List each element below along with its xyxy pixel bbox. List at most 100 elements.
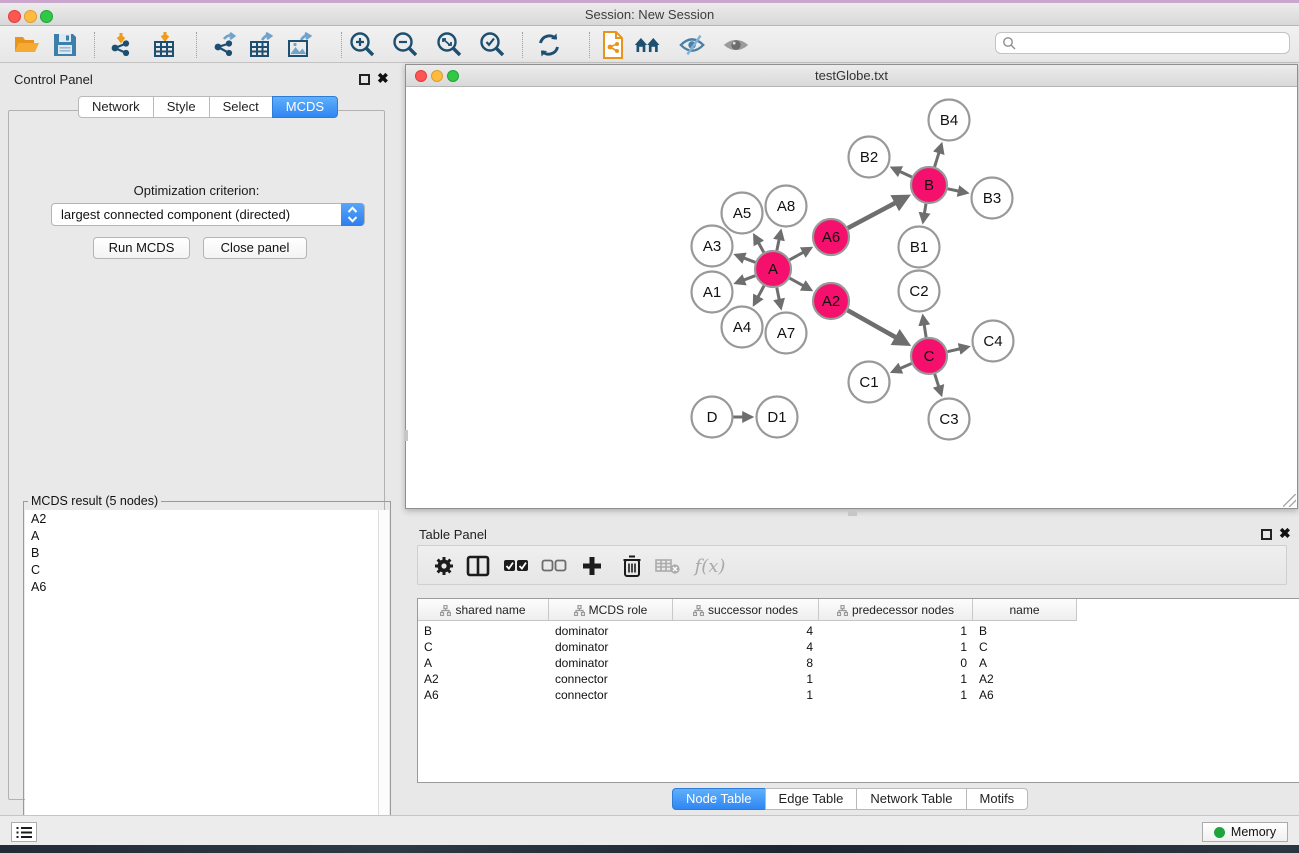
table-cell[interactable]: B [418,623,549,639]
column-header[interactable]: successor nodes [673,599,819,621]
table-cell[interactable]: 0 [819,655,973,671]
table-cell[interactable]: dominator [549,623,673,639]
network-canvas[interactable]: B4B2BB3A5A8A6A3B1AA1C2A2A4A7C4CC1C3DD1 [406,87,1297,508]
window-resize-grip[interactable] [1283,494,1296,507]
graph-edge[interactable] [924,204,926,214]
mcds-result-scrollbar[interactable] [378,510,389,845]
tab-node-table[interactable]: Node Table [672,788,766,810]
optimization-criterion-select[interactable]: largest connected component (directed) [51,203,365,226]
graph-edge[interactable] [935,374,939,387]
table-cell[interactable]: C [418,639,549,655]
table-cell[interactable]: dominator [549,639,673,655]
graph-edge[interactable] [924,325,926,338]
mcds-result-item[interactable]: A6 [25,578,379,595]
table-row[interactable]: A6connector11A6 [418,687,1077,703]
table-cell[interactable]: 1 [819,639,973,655]
export-image-button[interactable] [285,31,315,59]
graph-edge[interactable] [848,310,897,337]
graph-edge[interactable] [790,278,804,286]
table-cell[interactable]: 1 [673,671,819,687]
column-header[interactable]: predecessor nodes [819,599,973,621]
graph-edge[interactable] [935,152,939,166]
column-header[interactable]: shared name [418,599,549,621]
table-cell[interactable]: dominator [549,655,673,671]
new-network-button[interactable] [598,31,628,59]
delete-table-button[interactable] [654,552,682,580]
import-table-button[interactable] [150,31,180,59]
table-cell[interactable]: B [973,623,1077,639]
zoom-selected-button[interactable] [477,31,507,59]
mcds-result-list[interactable]: A2ABCA6 [25,510,379,845]
mcds-result-item[interactable]: A [25,527,379,544]
table-cell[interactable]: A6 [973,687,1077,703]
mcds-result-item[interactable]: A2 [25,510,379,527]
table-row[interactable]: Cdominator41C [418,639,1077,655]
zoom-in-button[interactable] [347,31,377,59]
task-history-button[interactable] [11,822,37,842]
save-session-button[interactable] [50,31,80,59]
table-cell[interactable]: A6 [418,687,549,703]
table-cell[interactable]: A [973,655,1077,671]
table-cell[interactable]: A [418,655,549,671]
tab-motifs[interactable]: Motifs [966,788,1029,810]
table-row[interactable]: A2connector11A2 [418,671,1077,687]
select-all-columns-button[interactable] [502,552,530,580]
node-table[interactable]: shared nameMCDS rolesuccessor nodesprede… [417,598,1299,783]
zoom-fit-button[interactable] [434,31,464,59]
table-cell[interactable]: 1 [819,671,973,687]
graph-edge[interactable] [900,171,912,177]
zoom-out-button[interactable] [390,31,420,59]
table-cell[interactable]: 1 [819,623,973,639]
table-settings-button[interactable] [430,552,458,580]
column-header[interactable]: MCDS role [549,599,673,621]
close-panel-icon[interactable]: ✖ [377,70,389,87]
column-header[interactable]: name [973,599,1077,621]
float-panel-icon[interactable] [359,74,370,85]
graph-edge[interactable] [758,286,764,297]
graph-edge[interactable] [777,239,779,250]
table-cell[interactable]: 4 [673,623,819,639]
graph-edge[interactable] [948,189,959,191]
close-table-panel-icon[interactable]: ✖ [1279,525,1291,542]
graph-edge[interactable] [777,288,779,300]
mcds-result-item[interactable]: C [25,561,379,578]
add-column-button[interactable] [578,552,606,580]
open-session-button[interactable] [12,31,42,59]
tab-network[interactable]: Network [78,96,154,118]
refresh-button[interactable] [534,31,564,59]
network-graph[interactable]: B4B2BB3A5A8A6A3B1AA1C2A2A4A7C4CC1C3DD1 [406,87,1297,508]
table-cell[interactable]: C [973,639,1077,655]
tab-style[interactable]: Style [153,96,210,118]
split-view-button[interactable] [464,552,492,580]
float-table-panel-icon[interactable] [1261,529,1272,540]
graph-edge[interactable] [947,349,959,352]
export-network-button[interactable] [210,31,240,59]
network-window-titlebar[interactable]: testGlobe.txt [406,65,1297,87]
canvas-hscroll-indicator[interactable] [848,511,857,516]
table-cell[interactable]: 1 [819,687,973,703]
table-cell[interactable]: 8 [673,655,819,671]
function-builder-button[interactable]: f(x) [690,552,730,580]
graph-edge[interactable] [744,258,756,262]
search-input[interactable] [1016,36,1289,50]
first-neighbors-button[interactable] [633,31,663,59]
tab-network-table[interactable]: Network Table [856,788,966,810]
memory-button[interactable]: Memory [1202,822,1288,842]
table-row[interactable]: Adominator80A [418,655,1077,671]
graph-edge[interactable] [900,364,911,369]
tab-select[interactable]: Select [209,96,273,118]
graph-edge[interactable] [848,203,896,229]
tab-mcds[interactable]: MCDS [272,96,338,118]
search-field[interactable] [995,32,1290,54]
table-cell[interactable]: 4 [673,639,819,655]
export-table-button[interactable] [247,31,277,59]
graph-edge[interactable] [758,243,763,253]
close-panel-button[interactable]: Close panel [203,237,307,259]
table-cell[interactable]: A2 [973,671,1077,687]
hide-selected-button[interactable] [678,31,708,59]
table-cell[interactable]: connector [549,687,673,703]
import-network-button[interactable] [108,31,138,59]
run-mcds-button[interactable]: Run MCDS [93,237,190,259]
delete-columns-button[interactable] [618,552,646,580]
table-cell[interactable]: 1 [673,687,819,703]
